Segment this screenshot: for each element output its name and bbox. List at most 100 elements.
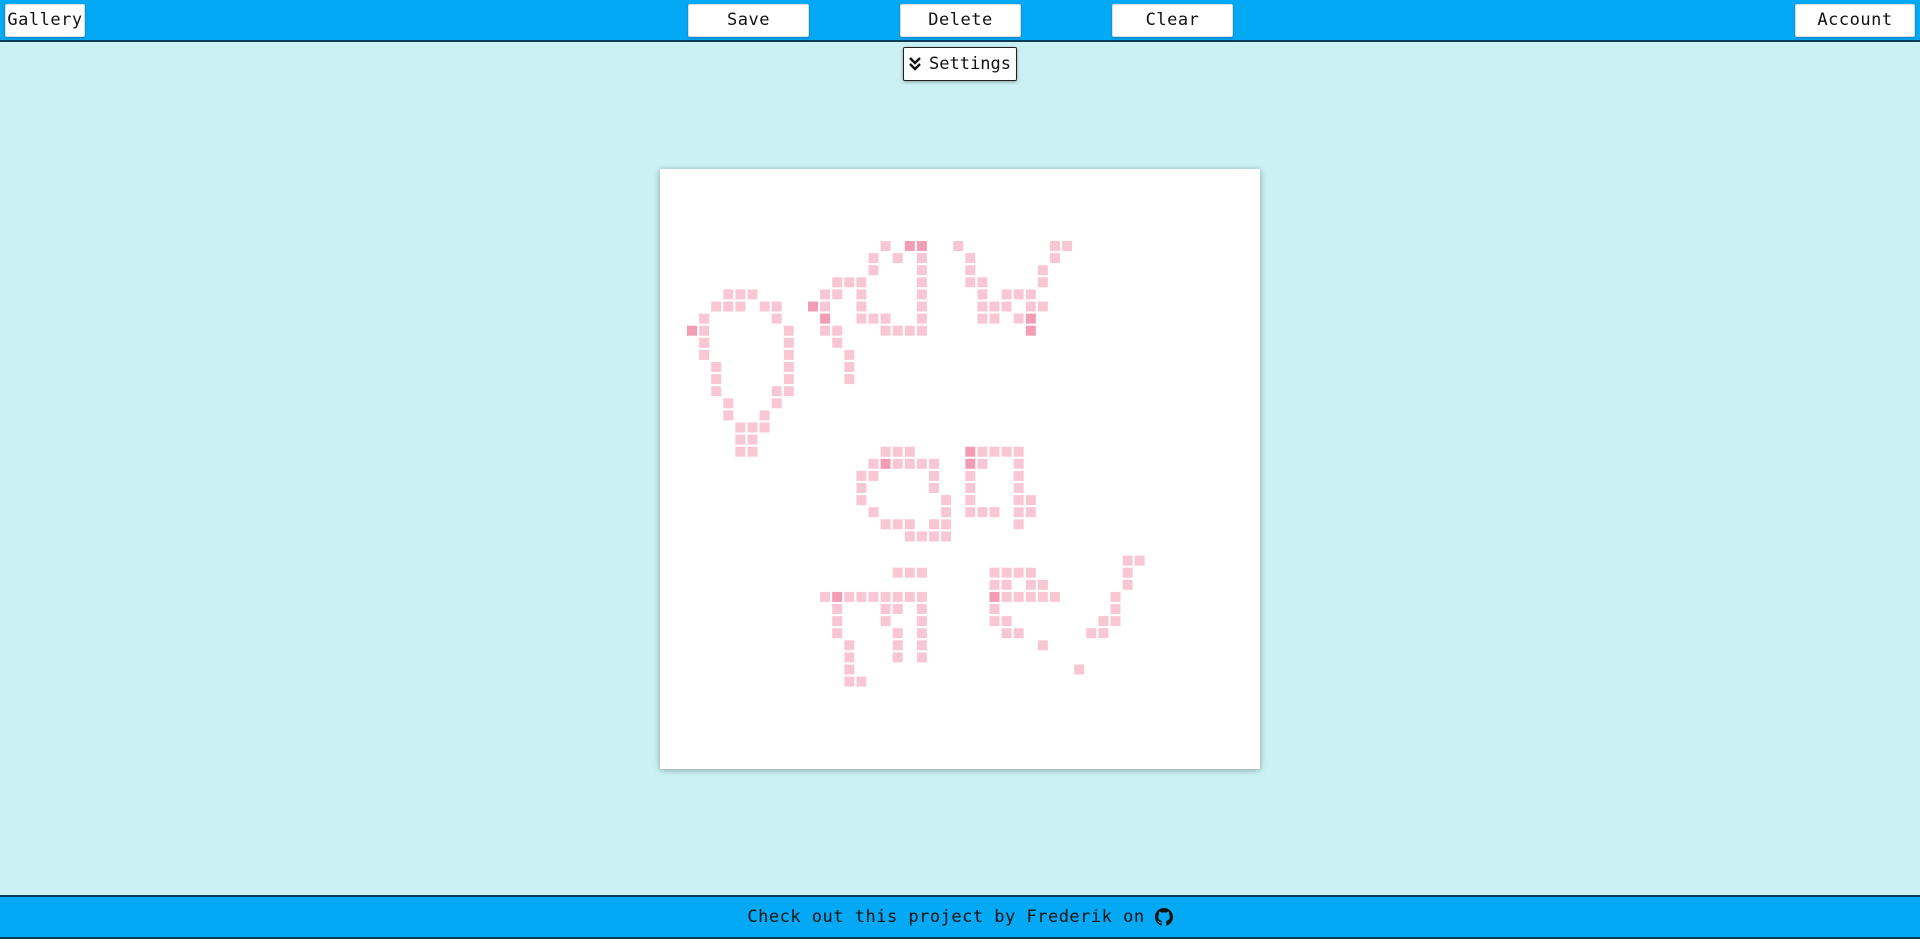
canvas-pixel [916,531,927,542]
canvas-pixel [783,349,794,360]
canvas-pixel [977,289,988,300]
canvas-pixel [965,458,976,469]
settings-toggle-button[interactable]: Settings [903,47,1017,81]
canvas-pixel [1025,507,1036,518]
canvas-pixel [783,374,794,385]
canvas-pixel [916,313,927,324]
canvas-pixel [820,289,831,300]
canvas-pixel [1037,640,1048,651]
canvas-pixel [965,277,976,288]
canvas-pixel [892,628,903,639]
settings-label: Settings [929,54,1011,74]
canvas-pixel [965,507,976,518]
canvas-pixel [916,616,927,627]
canvas-pixel [941,507,952,518]
canvas-pixel [1037,591,1048,602]
canvas-pixel [904,458,915,469]
canvas-pixel [844,349,855,360]
canvas-pixel [880,458,891,469]
canvas-pixel [1025,567,1036,578]
canvas-pixel [747,446,758,457]
canvas-pixel [904,519,915,530]
canvas-pixel [941,495,952,506]
canvas-pixel [699,325,710,336]
canvas-pixel [747,422,758,433]
canvas-pixel [1122,579,1133,590]
canvas-pixel [989,591,1000,602]
canvas-pixel [1013,446,1024,457]
canvas-pixel [1037,579,1048,590]
canvas-pixel [735,446,746,457]
canvas-pixel [941,531,952,542]
canvas-pixel [1013,567,1024,578]
canvas-pixel [1050,241,1060,251]
canvas-pixel [1013,507,1024,518]
canvas-pixel [1098,616,1109,627]
canvas-pixel [989,301,1000,312]
canvas-pixel [916,301,927,312]
canvas-pixel [989,313,1000,324]
canvas-pixel [916,241,927,251]
clear-button[interactable]: Clear [1112,4,1233,37]
canvas-pixel [1001,567,1012,578]
canvas-pixel [759,422,770,433]
canvas-pixel [808,301,818,312]
drawing-canvas[interactable] [660,169,1260,769]
canvas-pixel [1025,313,1036,324]
canvas-pixel [880,604,891,614]
canvas-pixel [965,446,976,457]
canvas-pixel [868,470,879,481]
canvas-pixel [965,253,976,264]
save-button[interactable]: Save [688,4,809,37]
canvas-pixel [1001,446,1012,457]
canvas-pixel [892,652,903,663]
account-button[interactable]: Account [1795,4,1915,37]
canvas-pixel [904,591,915,602]
gallery-button[interactable]: Gallery [5,4,85,37]
canvas-pixel [759,410,770,421]
canvas-pixel [916,591,927,602]
canvas-pixel [1013,628,1024,639]
double-chevron-down-icon [909,57,921,71]
canvas-pixel [844,277,855,288]
canvas-pixel [1013,483,1024,493]
canvas-pixel [771,398,782,409]
canvas-pixel [1062,241,1073,251]
canvas-pixel [1013,495,1024,506]
canvas-pixel [929,470,939,481]
canvas-pixel [892,253,903,264]
canvas-pixel [783,362,794,372]
canvas-pixel [832,591,843,602]
canvas-pixel [1122,567,1133,578]
canvas-pixel [856,470,867,481]
github-icon[interactable] [1154,908,1173,926]
canvas-pixel [856,277,867,288]
canvas-pixel [892,519,903,530]
canvas-pixel [929,483,939,493]
canvas-pixel [904,567,915,578]
canvas-pixel [916,253,927,264]
canvas-pixel [723,289,734,300]
canvas-pixel [904,446,915,457]
canvas-pixel [759,301,770,312]
canvas-pixel [735,422,746,433]
canvas-pixel [916,458,927,469]
canvas-pixel [965,265,976,276]
canvas-pixel [771,386,782,397]
canvas-pixel [771,313,782,324]
canvas-pixel [723,301,734,312]
canvas-pixel [820,313,831,324]
canvas-pixel [880,519,891,530]
canvas-pixel [880,325,891,336]
canvas-pixel [977,301,988,312]
canvas-pixel [953,241,964,251]
canvas-pixel [832,277,843,288]
canvas-pixel [820,591,831,602]
canvas-pixel [892,458,903,469]
delete-button[interactable]: Delete [900,4,1021,37]
canvas-pixel [977,277,988,288]
canvas-pixel [844,664,855,675]
canvas-pixel [965,495,976,506]
canvas-pixel [735,434,746,445]
canvas-pixel [1001,628,1012,639]
